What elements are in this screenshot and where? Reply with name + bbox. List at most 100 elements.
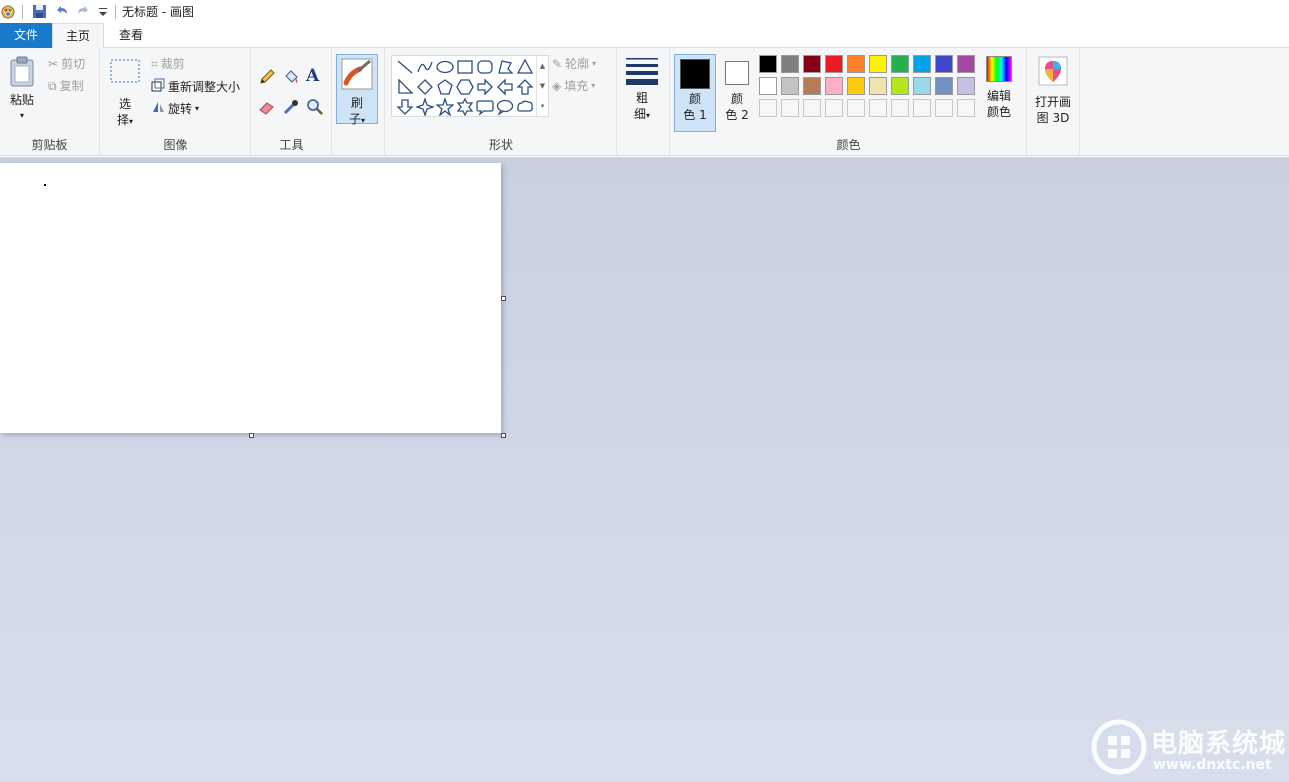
color-picker-icon[interactable] bbox=[282, 98, 300, 116]
tab-home[interactable]: 主页 bbox=[52, 23, 104, 49]
rounded-callout-shape-icon[interactable] bbox=[476, 98, 494, 116]
polygon-shape-icon[interactable] bbox=[496, 58, 514, 76]
save-icon[interactable] bbox=[31, 4, 47, 20]
palette-swatch[interactable] bbox=[891, 55, 909, 73]
down-arrow-shape-icon[interactable] bbox=[396, 98, 414, 116]
custom-color-slot[interactable] bbox=[759, 99, 777, 117]
palette-swatch[interactable] bbox=[869, 55, 887, 73]
copy-label: 复制 bbox=[59, 79, 84, 93]
custom-color-slot[interactable] bbox=[957, 99, 975, 117]
oval-shape-icon[interactable] bbox=[436, 58, 454, 76]
rectangle-shape-icon[interactable] bbox=[456, 58, 474, 76]
palette-swatch[interactable] bbox=[957, 77, 975, 95]
ribbon-tabs: 文件 主页 查看 bbox=[0, 23, 1289, 49]
expand-gallery-icon[interactable]: ▾ bbox=[537, 96, 548, 116]
palette-swatch[interactable] bbox=[913, 55, 931, 73]
select-label-line1: 选 bbox=[118, 97, 131, 111]
scroll-up-icon[interactable]: ▲ bbox=[537, 56, 548, 76]
resize-button[interactable]: 重新调整大小 bbox=[151, 78, 240, 96]
custom-color-slot[interactable] bbox=[825, 99, 843, 117]
outline-button[interactable]: ✎ 轮廓 ▾ bbox=[552, 56, 596, 72]
scroll-down-icon[interactable]: ▼ bbox=[537, 76, 548, 96]
undo-icon[interactable] bbox=[53, 4, 69, 20]
up-arrow-shape-icon[interactable] bbox=[516, 78, 534, 96]
customize-toolbar-icon[interactable] bbox=[95, 4, 111, 20]
palette-swatch[interactable] bbox=[803, 55, 821, 73]
select-button[interactable]: 选 择▾ bbox=[107, 58, 143, 130]
diamond-shape-icon[interactable] bbox=[416, 78, 434, 96]
four-point-star-shape-icon[interactable] bbox=[414, 96, 436, 118]
cut-button[interactable]: ✂ 剪切 bbox=[48, 56, 85, 72]
triangle-shape-icon[interactable] bbox=[516, 58, 534, 76]
line-shape-icon[interactable] bbox=[396, 58, 414, 76]
palette-swatch[interactable] bbox=[781, 55, 799, 73]
edit-colors-button[interactable]: 编辑 颜色 bbox=[981, 56, 1017, 120]
palette-swatch[interactable] bbox=[781, 77, 799, 95]
palette-swatch[interactable] bbox=[935, 55, 953, 73]
palette-swatch[interactable] bbox=[847, 77, 865, 95]
tab-file[interactable]: 文件 bbox=[0, 23, 52, 48]
paint-app-icon[interactable] bbox=[0, 4, 16, 20]
palette-swatch[interactable] bbox=[869, 77, 887, 95]
text-tool-icon[interactable]: A bbox=[306, 66, 324, 86]
fill-button[interactable]: ◈ 填充 ▾ bbox=[552, 78, 595, 94]
pencil-icon[interactable] bbox=[258, 68, 276, 86]
right-triangle-shape-icon[interactable] bbox=[396, 78, 414, 96]
curve-shape-icon[interactable] bbox=[416, 58, 434, 76]
size-button[interactable]: 粗 细▾ bbox=[624, 56, 660, 124]
cloud-callout-shape-icon[interactable] bbox=[516, 98, 534, 116]
cut-label: 剪切 bbox=[61, 57, 86, 71]
palette-swatch[interactable] bbox=[847, 55, 865, 73]
right-arrow-shape-icon[interactable] bbox=[476, 78, 494, 96]
custom-color-slot[interactable] bbox=[803, 99, 821, 117]
open-paint3d-button[interactable]: 打开画 图 3D bbox=[1028, 56, 1078, 126]
palette-swatch[interactable] bbox=[759, 77, 777, 95]
crop-button[interactable]: ⌗ 裁剪 bbox=[151, 56, 185, 72]
paste-button[interactable]: 粘贴 ▾ bbox=[4, 56, 40, 124]
six-point-star-shape-icon[interactable] bbox=[456, 97, 474, 117]
resize-handle-bottom[interactable] bbox=[249, 433, 254, 438]
palette-swatch[interactable] bbox=[825, 77, 843, 95]
edit-colors-label-line1: 编辑 bbox=[986, 89, 1011, 103]
resize-handle-corner[interactable] bbox=[501, 433, 506, 438]
palette-swatch[interactable] bbox=[803, 77, 821, 95]
custom-color-slot[interactable] bbox=[781, 99, 799, 117]
color1-button[interactable]: 颜 色 1 bbox=[674, 54, 716, 132]
palette-swatch[interactable] bbox=[891, 77, 909, 95]
hexagon-shape-icon[interactable] bbox=[456, 78, 474, 96]
oval-callout-shape-icon[interactable] bbox=[496, 98, 514, 116]
five-point-star-shape-icon[interactable] bbox=[435, 96, 455, 117]
brushes-button[interactable]: 刷 子▾ bbox=[336, 54, 378, 126]
palette-swatch[interactable] bbox=[957, 55, 975, 73]
eraser-icon[interactable] bbox=[258, 98, 276, 116]
left-arrow-shape-icon[interactable] bbox=[496, 78, 514, 96]
color1-label-line2: 色 1 bbox=[683, 108, 707, 122]
custom-color-slot[interactable] bbox=[935, 99, 953, 117]
pentagon-shape-icon[interactable] bbox=[436, 78, 454, 96]
rounded-rectangle-shape-icon[interactable] bbox=[476, 58, 494, 76]
tab-view[interactable]: 查看 bbox=[104, 23, 158, 48]
resize-handle-right[interactable] bbox=[501, 296, 506, 301]
shapes-scrollbar[interactable]: ▲ ▼ ▾ bbox=[536, 56, 548, 116]
copy-button[interactable]: ⧉ 复制 bbox=[48, 78, 84, 94]
rotate-label: 旋转 bbox=[168, 102, 193, 116]
selection-rectangle-icon bbox=[110, 59, 140, 83]
custom-color-slot[interactable] bbox=[913, 99, 931, 117]
palette-swatch[interactable] bbox=[759, 55, 777, 73]
copy-icon: ⧉ bbox=[48, 79, 57, 93]
watermark: 电脑系统城 www.dnxtc.net bbox=[1089, 717, 1289, 782]
fill-bucket-icon[interactable] bbox=[282, 68, 300, 86]
custom-color-slot[interactable] bbox=[847, 99, 865, 117]
palette-swatch[interactable] bbox=[825, 55, 843, 73]
drawing-canvas[interactable] bbox=[0, 163, 501, 433]
crop-icon: ⌗ bbox=[151, 57, 158, 71]
custom-color-slot[interactable] bbox=[869, 99, 887, 117]
magnifier-icon[interactable] bbox=[306, 98, 324, 116]
custom-color-slot[interactable] bbox=[891, 99, 909, 117]
redo-icon[interactable] bbox=[75, 4, 91, 20]
color2-button[interactable]: 颜 色 2 bbox=[719, 54, 755, 123]
palette-swatch[interactable] bbox=[935, 77, 953, 95]
color1-label-line1: 颜 bbox=[688, 92, 701, 106]
rotate-button[interactable]: 旋转 ▾ bbox=[151, 100, 199, 118]
palette-swatch[interactable] bbox=[913, 77, 931, 95]
